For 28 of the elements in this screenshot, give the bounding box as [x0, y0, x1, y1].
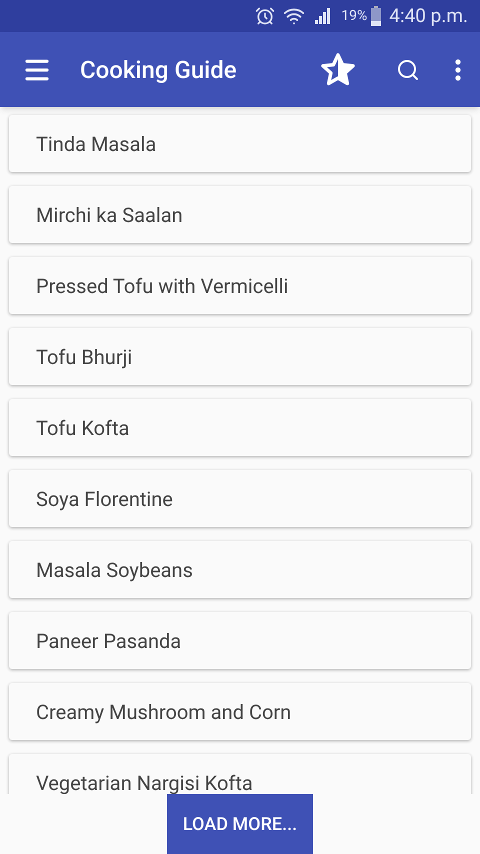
battery-percent: 19% — [341, 6, 368, 26]
clock-time: 4:40 p.m. — [389, 2, 468, 29]
recipe-name: Pressed Tofu with Vermicelli — [36, 272, 288, 300]
more-options-icon — [455, 58, 461, 80]
recipe-card[interactable]: Tinda Masala — [9, 115, 471, 172]
recipe-name: Creamy Mushroom and Corn — [36, 698, 292, 726]
load-more-button[interactable]: LOAD MORE... — [167, 794, 313, 854]
recipe-card[interactable]: Soya Florentine — [9, 470, 471, 527]
recipe-name: Masala Soybeans — [36, 556, 193, 584]
recipe-card[interactable]: Vegetarian Nargisi Kofta — [9, 754, 471, 794]
recipe-card[interactable]: Paneer Pasanda — [9, 612, 471, 669]
recipe-card[interactable]: Tofu Bhurji — [9, 328, 471, 385]
recipe-card[interactable]: Pressed Tofu with Vermicelli — [9, 257, 471, 314]
recipe-name: Tofu Bhurji — [36, 344, 132, 370]
recipe-name: Tofu Kofta — [36, 414, 130, 442]
recipe-name: Mirchi ka Saalan — [36, 202, 183, 228]
recipe-card[interactable]: Masala Soybeans — [9, 541, 471, 598]
alarm-icon — [255, 6, 276, 26]
app-title: Cooking Guide — [80, 54, 237, 86]
search-icon — [396, 58, 420, 82]
battery-icon — [371, 6, 382, 26]
recipe-card[interactable]: Creamy Mushroom and Corn — [9, 683, 471, 740]
recipe-card[interactable]: Tofu Kofta — [9, 399, 471, 456]
recipe-name: Soya Florentine — [36, 486, 173, 512]
recipe-name: Paneer Pasanda — [36, 628, 182, 654]
recipe-name: Vegetarian Nargisi Kofta — [36, 770, 253, 794]
recipe-name: Tinda Masala — [36, 130, 156, 158]
recipe-card[interactable]: Mirchi ka Saalan — [9, 186, 471, 243]
